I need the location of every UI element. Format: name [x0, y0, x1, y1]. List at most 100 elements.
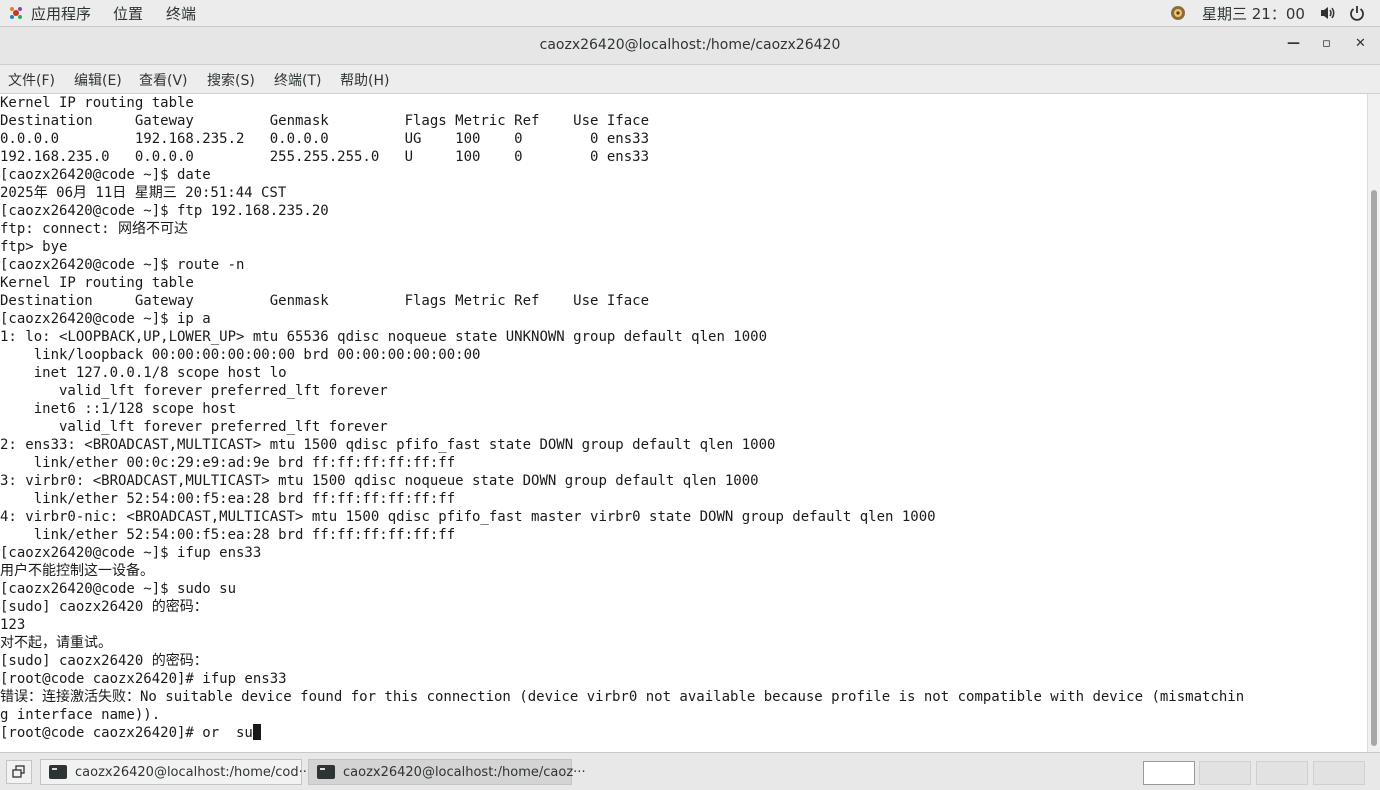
terminal-line: [caozx26420@code ~]$ ifup ens33	[0, 544, 1367, 562]
menu-file[interactable]: 文件(F)	[8, 70, 55, 90]
terminal-line-text: 对不起，请重试。	[0, 635, 112, 651]
terminal-line-text: link/ether 52:54:00:f5:ea:28 brd ff:ff:f…	[0, 491, 456, 507]
terminal-line: valid_lft forever preferred_lft forever	[0, 382, 1367, 400]
places-menu[interactable]: 位置	[113, 3, 143, 24]
terminal-lines: Kernel IP routing table Destination Gatew…	[0, 94, 1367, 742]
window-title: caozx26420@localhost:/home/caozx26420	[539, 37, 841, 53]
maximize-button[interactable]: ▫	[1322, 36, 1331, 51]
terminal-line: link/ether 00:0c:29:e9:ad:9e brd ff:ff:f…	[0, 454, 1367, 472]
terminal-line: [caozx26420@code ~]$ ftp 192.168.235.20	[0, 202, 1367, 220]
terminal-line: 123	[0, 616, 1367, 634]
terminal-line-text: inet 127.0.0.1/8 scope host lo	[0, 365, 287, 381]
terminal-line-text: 123	[0, 617, 26, 633]
terminal-line-text: [caozx26420@code ~]$ date	[0, 167, 211, 183]
volume-icon[interactable]	[1319, 5, 1337, 21]
window-titlebar[interactable]: caozx26420@localhost:/home/caozx26420 — …	[0, 27, 1380, 65]
workspace-3[interactable]	[1256, 761, 1308, 785]
scrollbar-thumb[interactable]	[1371, 190, 1377, 746]
close-button[interactable]: ✕	[1355, 36, 1366, 51]
terminal-line: Kernel IP routing table	[0, 94, 1367, 112]
terminal-line-text: valid_lft forever preferred_lft forever	[0, 419, 388, 435]
show-desktop-icon[interactable]	[6, 760, 32, 784]
minimize-button[interactable]: —	[1287, 36, 1300, 51]
terminal-line-text: [caozx26420@code ~]$ sudo su	[0, 581, 237, 597]
terminal-line: [caozx26420@code ~]$ date	[0, 166, 1367, 184]
applications-menu[interactable]: 应用程序	[31, 3, 91, 24]
terminal-line: [root@code caozx26420]# or su	[0, 724, 1367, 742]
menu-search[interactable]: 搜索(S)	[207, 70, 255, 90]
taskbar-window-label: caozx26420@localhost:/home/cod···	[75, 765, 312, 780]
terminal-line: 192.168.235.0 0.0.0.0 255.255.255.0 U 10…	[0, 148, 1367, 166]
terminal-line: 2025年 06月 11日 星期三 20:51:44 CST	[0, 184, 1367, 202]
menu-bar: 文件(F) 编辑(E) 查看(V) 搜索(S) 终端(T) 帮助(H)	[0, 65, 1380, 94]
menu-help[interactable]: 帮助(H)	[340, 70, 389, 90]
terminal-line: Kernel IP routing table	[0, 274, 1367, 292]
terminal-line: ftp: connect: 网络不可达	[0, 220, 1367, 238]
terminal-line: g interface name)).	[0, 706, 1367, 724]
terminal-line-text: [root@code caozx26420]# ifup ens33	[0, 671, 287, 687]
terminal-line-text: [sudo] caozx26420 的密码：	[0, 653, 208, 669]
terminal-line-text: 2025年 06月 11日 星期三 20:51:44 CST	[0, 185, 287, 201]
terminal-line-text: Destination Gateway Genmask Flags Metric…	[0, 113, 650, 129]
apps-menu-icon[interactable]	[8, 5, 24, 21]
terminal-line: [root@code caozx26420]# ifup ens33	[0, 670, 1367, 688]
terminal-line-text: [sudo] caozx26420 的密码：	[0, 599, 208, 615]
terminal-line: 错误：连接激活失败：No suitable device found for t…	[0, 688, 1367, 706]
terminal-line-text: [caozx26420@code ~]$ ftp 192.168.235.20	[0, 203, 329, 219]
taskbar-window-2[interactable]: caozx26420@localhost:/home/caoz···	[308, 759, 586, 785]
taskbar-window-1[interactable]: caozx26420@localhost:/home/cod···	[40, 759, 311, 785]
taskbar: caozx26420@localhost:/home/cod··· caozx2…	[0, 752, 1380, 790]
menu-terminal[interactable]: 终端(T)	[274, 70, 321, 90]
vertical-scrollbar[interactable]	[1367, 94, 1380, 752]
workspace-4[interactable]	[1313, 761, 1365, 785]
terminal-line: [caozx26420@code ~]$ route -n	[0, 256, 1367, 274]
terminal-line-text: 用户不能控制这一设备。	[0, 563, 154, 579]
terminal-line: 0.0.0.0 192.168.235.2 0.0.0.0 UG 100 0 0…	[0, 130, 1367, 148]
terminal-output[interactable]: Kernel IP routing table Destination Gatew…	[0, 94, 1367, 752]
terminal-line-text: 4: virbr0-nic: <BROADCAST,MULTICAST> mtu…	[0, 509, 936, 525]
terminal-app-menu[interactable]: 终端	[166, 3, 196, 24]
terminal-line: 4: virbr0-nic: <BROADCAST,MULTICAST> mtu…	[0, 508, 1367, 526]
terminal-line: ftp> bye	[0, 238, 1367, 256]
terminal-line-text: g interface name)).	[0, 707, 161, 723]
workspace-1[interactable]	[1143, 761, 1195, 785]
workspace-2[interactable]	[1199, 761, 1251, 785]
terminal-line: 2: ens33: <BROADCAST,MULTICAST> mtu 1500…	[0, 436, 1367, 454]
terminal-line: [caozx26420@code ~]$ ip a	[0, 310, 1367, 328]
terminal-line-text: [caozx26420@code ~]$ ifup ens33	[0, 545, 262, 561]
terminal-line: [caozx26420@code ~]$ sudo su	[0, 580, 1367, 598]
terminal-line-text: [root@code caozx26420]# or su	[0, 725, 253, 741]
terminal-icon	[317, 765, 335, 779]
clock[interactable]: 星期三 21：00	[1202, 3, 1305, 24]
terminal-line: [sudo] caozx26420 的密码：	[0, 598, 1367, 616]
terminal-line: Destination Gateway Genmask Flags Metric…	[0, 112, 1367, 130]
terminal-line-text: valid_lft forever preferred_lft forever	[0, 383, 388, 399]
terminal-line-text: inet6 ::1/128 scope host	[0, 401, 237, 417]
terminal-line: link/ether 52:54:00:f5:ea:28 brd ff:ff:f…	[0, 490, 1367, 508]
terminal-line-text: 0.0.0.0 192.168.235.2 0.0.0.0 UG 100 0 0…	[0, 131, 650, 147]
power-icon[interactable]	[1349, 4, 1365, 22]
terminal-line: [sudo] caozx26420 的密码：	[0, 652, 1367, 670]
terminal-line: 用户不能控制这一设备。	[0, 562, 1367, 580]
terminal-line-text: link/ether 00:0c:29:e9:ad:9e brd ff:ff:f…	[0, 455, 456, 471]
taskbar-window-label: caozx26420@localhost:/home/caoz···	[343, 765, 586, 780]
menu-view[interactable]: 查看(V)	[139, 70, 188, 90]
terminal-line-text: 错误：连接激活失败：No suitable device found for t…	[0, 689, 1245, 705]
text-cursor	[252, 724, 261, 740]
terminal-line-text: 2: ens33: <BROADCAST,MULTICAST> mtu 1500…	[0, 437, 776, 453]
terminal-line-text: Kernel IP routing table	[0, 275, 194, 291]
terminal-line: inet 127.0.0.1/8 scope host lo	[0, 364, 1367, 382]
terminal-line: 对不起，请重试。	[0, 634, 1367, 652]
terminal-line: inet6 ::1/128 scope host	[0, 400, 1367, 418]
terminal-line-text: ftp: connect: 网络不可达	[0, 221, 189, 237]
terminal-line-text: Destination Gateway Genmask Flags Metric…	[0, 293, 650, 309]
terminal-line: link/ether 52:54:00:f5:ea:28 brd ff:ff:f…	[0, 526, 1367, 544]
menu-edit[interactable]: 编辑(E)	[74, 70, 122, 90]
terminal-line-text: link/ether 52:54:00:f5:ea:28 brd ff:ff:f…	[0, 527, 456, 543]
terminal-line: valid_lft forever preferred_lft forever	[0, 418, 1367, 436]
notification-icon[interactable]	[1170, 5, 1186, 21]
terminal-line-text: [caozx26420@code ~]$ route -n	[0, 257, 245, 273]
terminal-line: link/loopback 00:00:00:00:00:00 brd 00:0…	[0, 346, 1367, 364]
terminal-line-text: Kernel IP routing table	[0, 95, 194, 111]
terminal-icon	[49, 765, 67, 779]
